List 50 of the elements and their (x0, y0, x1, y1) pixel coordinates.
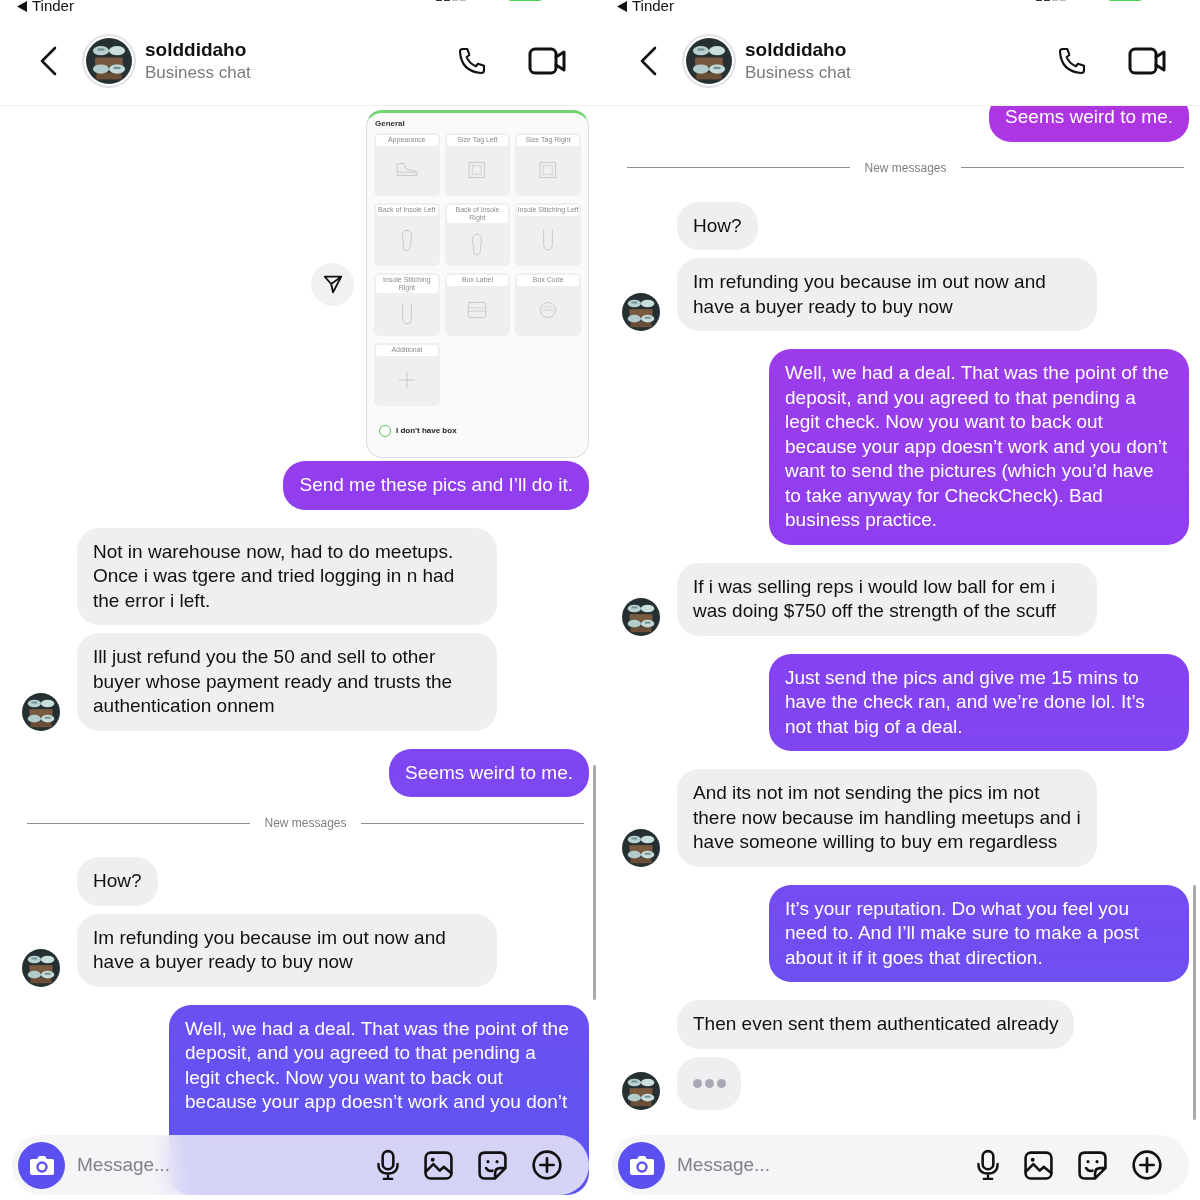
scrollbar[interactable] (593, 765, 596, 1000)
received-message: How? (677, 201, 758, 250)
new-messages-label: New messages (864, 159, 947, 177)
typing-indicator (677, 1056, 741, 1110)
received-message: Not in warehouse now, had to do meetups. Once i was tgere and tried logging in n had the error i left. (77, 527, 497, 625)
triangle-icon[interactable] (617, 1, 627, 12)
sent-message: It’s your reputation. Do what you feel you need to. And I’ll make sure to make a post about it if it goes that direction. (769, 884, 1189, 982)
video-camera-icon[interactable] (1128, 45, 1166, 76)
microphone-icon[interactable] (975, 1149, 1001, 1181)
sent-message: Well, we had a deal. That was the point of the deposit, and you agreed to that pending a legit check. Now you want to back out because your app doesn’t work and you don’t want to send the pictures (which you’d have to take anyway for CheckCheck). Bad business practice. (769, 349, 1189, 545)
radio-button[interactable] (379, 425, 391, 437)
share-button[interactable] (311, 262, 354, 306)
received-message: How? (77, 857, 158, 906)
sent-message: Send me these pics and I’ll do it. (283, 461, 589, 510)
sent-message: Seems weird to me. (389, 748, 589, 797)
received-message: Im refunding you because im out now and have a buyer ready to buy now (677, 258, 1097, 331)
back-app-label[interactable]: Tinder (32, 0, 74, 14)
sticker-icon[interactable] (1077, 1149, 1108, 1181)
contact-subtitle: Business chat (145, 61, 251, 84)
received-message: Then even sent them authenticated already (677, 1000, 1075, 1049)
triangle-icon[interactable] (17, 1, 27, 12)
camera-button[interactable] (618, 1141, 665, 1189)
paper-plane-icon (321, 273, 344, 295)
add-icon[interactable] (1131, 1149, 1163, 1181)
received-message: Ill just refund you the 50 and sell to other buyer whose payment ready and trusts the authentication onnem (77, 633, 497, 731)
contact-name: solddidaho (145, 37, 248, 62)
sticker-icon[interactable] (477, 1149, 508, 1181)
camera-button[interactable] (18, 1141, 65, 1189)
message-input[interactable]: Message... (677, 1150, 975, 1180)
microphone-icon[interactable] (375, 1149, 401, 1181)
sent-message: Seems weird to me. (989, 106, 1189, 142)
video-camera-icon[interactable] (528, 45, 566, 76)
contact-name: solddidaho (745, 37, 848, 62)
sent-message: Just send the pics and give me 15 mins to have the check ran, and we’re done lol. It’s not that big of a deal. (769, 653, 1189, 751)
camera-icon (28, 1153, 55, 1177)
image-icon[interactable] (423, 1149, 454, 1181)
section-title: General (374, 119, 406, 128)
back-icon[interactable] (38, 44, 58, 77)
option-label: I don't have box (396, 425, 457, 437)
add-icon[interactable] (531, 1149, 563, 1181)
back-app-label[interactable]: Tinder (632, 0, 674, 14)
scrollbar[interactable] (1193, 885, 1196, 1120)
image-icon[interactable] (1023, 1149, 1054, 1181)
back-icon[interactable] (638, 44, 658, 77)
received-message: Im refunding you because im out now and have a buyer ready to buy now (77, 913, 497, 987)
received-message: If i was selling reps i would low ball for em i was doing $750 off the strength of the scuff (677, 562, 1097, 636)
camera-icon (628, 1153, 655, 1177)
received-message: And its not im not sending the pics im not there now because im handling meetups and i have someone willing to buy em regardless (677, 769, 1097, 867)
contact-subtitle: Business chat (745, 61, 851, 84)
new-messages-label: New messages (264, 815, 347, 832)
